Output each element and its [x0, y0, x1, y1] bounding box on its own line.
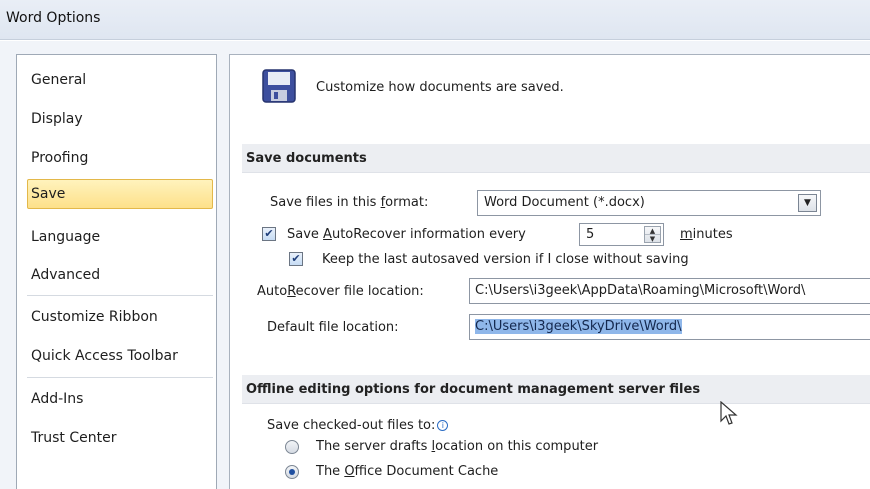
- checked-out-label: Save checked-out files to: i: [267, 418, 449, 433]
- sidebar-item-save[interactable]: Save: [27, 179, 213, 209]
- autorecover-location-value: C:\Users\i3geek\AppData\Roaming\Microsof…: [475, 283, 806, 298]
- save-format-value: Word Document (*.docx): [484, 195, 645, 210]
- minutes-label: minutes: [680, 227, 733, 242]
- autorecover-minutes-value: 5: [586, 227, 595, 242]
- window-title: Word Options: [6, 10, 101, 26]
- content-panel: Customize how documents are saved. Save …: [229, 54, 870, 489]
- default-location-value: C:\Users\i3geek\SkyDrive\Word\: [475, 319, 682, 334]
- sidebar-item-advanced[interactable]: Advanced: [27, 260, 213, 290]
- chevron-down-icon[interactable]: ▼: [798, 194, 817, 212]
- default-location-input[interactable]: C:\Users\i3geek\SkyDrive\Word\: [469, 314, 870, 340]
- autorecover-label: Save AutoRecover information every: [287, 227, 526, 242]
- info-icon[interactable]: i: [437, 420, 449, 431]
- sidebar-divider: [27, 377, 213, 378]
- default-location-label: Default file location:: [267, 320, 399, 335]
- keep-last-checkbox[interactable]: ✔: [289, 252, 303, 266]
- spin-up-icon[interactable]: ▲: [645, 227, 660, 235]
- sidebar-item-general[interactable]: General: [27, 65, 213, 95]
- sidebar-item-quick-access-toolbar[interactable]: Quick Access Toolbar: [27, 341, 213, 371]
- spinner-buttons: ▲ ▼: [644, 226, 661, 243]
- radio-server-drafts[interactable]: [285, 440, 299, 454]
- sidebar-divider: [27, 295, 213, 296]
- page-header: Customize how documents are saved.: [316, 80, 564, 95]
- radio-office-document-cache-label: The Office Document Cache: [316, 464, 499, 479]
- section-offline-editing: Offline editing options for document man…: [242, 375, 870, 404]
- title-bar: Word Options: [0, 0, 870, 40]
- sidebar-item-proofing[interactable]: Proofing: [27, 143, 213, 173]
- autorecover-location-label: AutoRecover file location:: [257, 284, 424, 299]
- autorecover-checkbox[interactable]: ✔: [262, 227, 276, 241]
- radio-server-drafts-label: The server drafts location on this compu…: [316, 439, 599, 454]
- keep-last-label: Keep the last autosaved version if I clo…: [322, 252, 689, 267]
- sidebar: General Display Proofing Save Language A…: [16, 54, 217, 489]
- sidebar-item-display[interactable]: Display: [27, 104, 213, 134]
- floppy-disk-icon: [262, 69, 296, 103]
- section-save-documents: Save documents: [242, 144, 870, 173]
- sidebar-item-language[interactable]: Language: [27, 222, 213, 252]
- autorecover-location-input[interactable]: C:\Users\i3geek\AppData\Roaming\Microsof…: [469, 278, 870, 304]
- format-label: Save files in this format:: [270, 195, 429, 210]
- sidebar-item-customize-ribbon[interactable]: Customize Ribbon: [27, 302, 213, 332]
- mouse-pointer-icon: [720, 401, 738, 425]
- autorecover-minutes-stepper[interactable]: 5 ▲ ▼: [579, 223, 664, 246]
- sidebar-item-add-ins[interactable]: Add-Ins: [27, 384, 213, 414]
- radio-office-document-cache[interactable]: [285, 465, 299, 479]
- spin-down-icon[interactable]: ▼: [645, 235, 660, 243]
- sidebar-item-trust-center[interactable]: Trust Center: [27, 423, 213, 453]
- save-format-select[interactable]: Word Document (*.docx) ▼: [477, 190, 821, 216]
- window-body: General Display Proofing Save Language A…: [0, 41, 870, 489]
